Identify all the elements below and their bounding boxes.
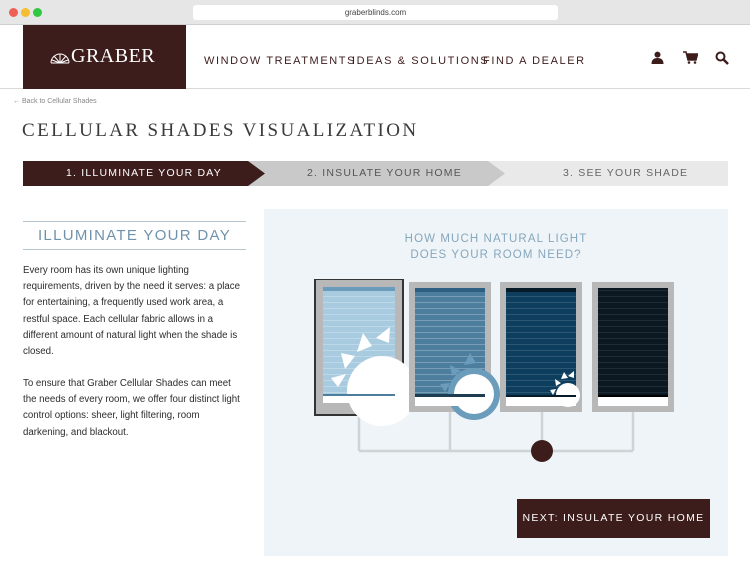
step-1-illuminate[interactable]: 1. ILLUMINATE YOUR DAY — [66, 167, 222, 179]
step-progress: 1. ILLUMINATE YOUR DAY 2. INSULATE YOUR … — [23, 161, 728, 186]
options-paragraph: To ensure that Graber Cellular Shades ca… — [23, 378, 240, 438]
selector-knob[interactable] — [531, 440, 553, 462]
browser-chrome: graberblinds.com — [0, 0, 750, 25]
nav-find-a-dealer[interactable]: FIND A DEALER — [483, 55, 586, 67]
question-line-1: HOW MUCH NATURAL LIGHT — [404, 233, 588, 245]
nav-window-treatments[interactable]: WINDOW TREATMENTS — [204, 55, 356, 67]
fan-logo-icon — [50, 53, 70, 64]
page-title: CELLULAR SHADES VISUALIZATION — [22, 120, 419, 141]
minimize-window-button[interactable] — [21, 8, 30, 17]
step-2-insulate[interactable]: 2. INSULATE YOUR HOME — [307, 167, 462, 179]
step-3-see-shade[interactable]: 3. SEE YOUR SHADE — [563, 167, 688, 179]
site-header: GRABER WINDOW TREATMENTS IDEAS & SOLUTIO… — [0, 25, 750, 89]
nav-ideas-solutions[interactable]: IDEAS & SOLUTIONS — [352, 55, 489, 67]
close-window-button[interactable] — [9, 8, 18, 17]
search-icon[interactable] — [715, 51, 729, 65]
shade-option-light-filtering[interactable] — [409, 282, 500, 420]
cart-icon[interactable] — [683, 51, 698, 64]
light-question: HOW MUCH NATURAL LIGHT DOES YOUR ROOM NE… — [264, 231, 728, 263]
section-heading: ILLUMINATE YOUR DAY — [23, 221, 246, 250]
light-visualizer-panel: HOW MUCH NATURAL LIGHT DOES YOUR ROOM NE… — [264, 209, 728, 556]
account-icon[interactable] — [651, 51, 664, 64]
shade-option-blackout[interactable] — [592, 282, 674, 412]
address-bar[interactable]: graberblinds.com — [193, 5, 558, 20]
question-line-2: DOES YOUR ROOM NEED? — [410, 249, 582, 261]
intro-paragraph: Every room has its own unique lighting r… — [23, 265, 241, 358]
graber-logo[interactable]: GRABER — [23, 25, 186, 89]
back-link[interactable]: ← Back to Cellular Shades — [13, 98, 97, 105]
maximize-window-button[interactable] — [33, 8, 42, 17]
logo-text: GRABER — [71, 45, 156, 67]
next-insulate-button[interactable]: NEXT: INSULATE YOUR HOME — [517, 499, 710, 538]
shade-option-sheer[interactable] — [314, 279, 417, 426]
shade-option-room-darkening[interactable] — [500, 282, 582, 412]
